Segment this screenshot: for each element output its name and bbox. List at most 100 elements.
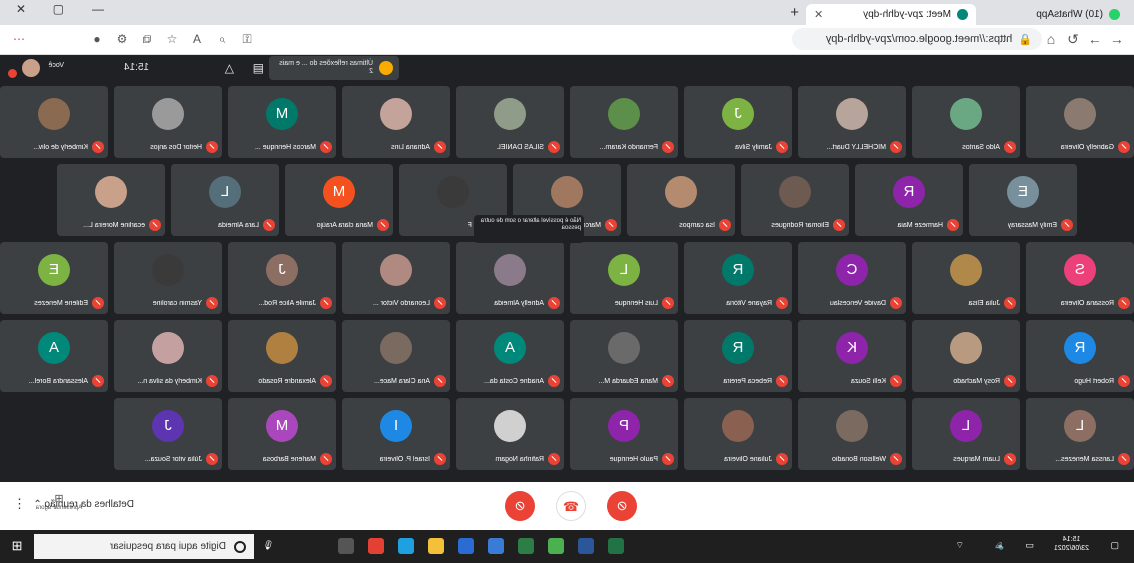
participant-tile[interactable]: Rafinha Nogam: [456, 398, 564, 470]
browser-tab-strip: (10) WhatsApp Meet: zpv-ydhh-dpy ✕ + — ▢…: [0, 0, 1134, 25]
new-tab-button[interactable]: +: [790, 4, 799, 21]
participant-tile[interactable]: Rosy Machado: [912, 320, 1020, 392]
participant-tile[interactable]: S Rossana Oliveira: [1026, 242, 1134, 314]
participant-tile[interactable]: A Alessandra Borel...: [0, 320, 108, 392]
participant-tile[interactable]: Aldo Santos: [912, 86, 1020, 158]
participant-tile[interactable]: Maria Eduarda M...: [570, 320, 678, 392]
participant-tile[interactable]: M Maria clara Araújo: [285, 164, 393, 236]
participant-tile[interactable]: ecarline Moreira L...: [57, 164, 165, 236]
participant-tile[interactable]: J Júlia vitor Souza...: [114, 398, 222, 470]
participant-tile[interactable]: MICHELLY Duart...: [798, 86, 906, 158]
participant-tile[interactable]: E Emily Massaray: [969, 164, 1077, 236]
maximize-button[interactable]: ▢: [53, 2, 64, 16]
participant-tile[interactable]: K Kelli Souza: [798, 320, 906, 392]
app-icon-green[interactable]: [548, 538, 564, 554]
participant-tile[interactable]: P Paulo Henrique: [570, 398, 678, 470]
participant-name-row: Leonardo Victor ...: [346, 296, 446, 310]
menu-icon[interactable]: ⋯: [12, 32, 26, 46]
camera-off-button[interactable]: ⊘: [607, 491, 637, 521]
participant-name-row: Paulo Henrique: [574, 452, 674, 466]
participant-tile[interactable]: R Rayane Vitória: [684, 242, 792, 314]
mic-off-button[interactable]: ⊘: [505, 491, 535, 521]
taskbar-search-box[interactable]: Digite aqui para pesquisar: [34, 534, 254, 559]
forward-arrow-icon[interactable]: →: [1086, 30, 1104, 48]
participant-avatar: R: [893, 176, 925, 208]
favorite-star-icon[interactable]: ☆: [165, 32, 179, 46]
participant-tile[interactable]: Leonardo Victor ...: [342, 242, 450, 314]
edge-icon[interactable]: [398, 538, 414, 554]
notifications-icon[interactable]: ▢: [1110, 540, 1119, 551]
participant-tile[interactable]: J Jamile Alice Rod...: [228, 242, 336, 314]
participant-tile[interactable]: Juliane Oliveira: [684, 398, 792, 470]
participant-tile[interactable]: Wellison Bonadio: [798, 398, 906, 470]
store-icon[interactable]: [488, 538, 504, 554]
collections-icon[interactable]: ⧉: [140, 32, 154, 46]
read-aloud-icon[interactable]: A: [190, 32, 204, 46]
participant-tile[interactable]: I Israel P. Oliveira: [342, 398, 450, 470]
taskbar-clock[interactable]: 15:14 23/06/2021: [1054, 535, 1089, 553]
battery-icon[interactable]: ▭: [1025, 540, 1034, 551]
participant-tile[interactable]: L Luis Henrique: [570, 242, 678, 314]
participant-tile[interactable]: R Harmeze Maia: [855, 164, 963, 236]
home-icon[interactable]: ⌂: [1042, 30, 1060, 48]
key-icon[interactable]: ⚿: [240, 32, 254, 46]
back-arrow-icon[interactable]: ←: [1108, 30, 1126, 48]
profile-icon[interactable]: ●: [90, 32, 104, 46]
details-button[interactable]: Detalhes da reunião ⌃: [33, 499, 134, 510]
participant-tile[interactable]: Adriana Lins: [342, 86, 450, 158]
more-options-icon[interactable]: ⋮: [13, 496, 26, 512]
participant-tile[interactable]: A Ariadne Costa da...: [456, 320, 564, 392]
tab-meet[interactable]: Meet: zpv-ydhh-dpy ✕: [806, 4, 976, 25]
participant-tile[interactable]: Alexandre Rosado: [228, 320, 336, 392]
participant-tile[interactable]: L Larissa Menezes...: [1026, 398, 1134, 470]
participant-tile[interactable]: Kimberly de oliv...: [0, 86, 108, 158]
xbox-icon[interactable]: [518, 538, 534, 554]
wifi-icon[interactable]: ⌔: [956, 540, 964, 551]
participant-tile[interactable]: Adrielly Almeida: [456, 242, 564, 314]
participant-tile[interactable]: L Lara Almeida: [171, 164, 279, 236]
mail-icon[interactable]: [458, 538, 474, 554]
participant-tile[interactable]: Fernando Karam...: [570, 86, 678, 158]
meeting-info-chip[interactable]: Últimas reflexões do ... e mais 2: [269, 56, 399, 80]
close-tab-icon[interactable]: ✕: [814, 8, 823, 21]
participant-name: Jamily Silva: [735, 143, 772, 151]
participant-name: Adriana Lins: [391, 143, 430, 151]
file-explorer-icon[interactable]: [428, 538, 444, 554]
participant-tile[interactable]: E Edilene Menezes: [0, 242, 108, 314]
participant-tile[interactable]: C Davide Venceslau: [798, 242, 906, 314]
participant-tile[interactable]: Heitor Dos anjos: [114, 86, 222, 158]
tab-whatsapp[interactable]: (10) WhatsApp: [978, 4, 1128, 25]
volume-icon[interactable]: 🔈: [993, 540, 1004, 551]
participant-tile[interactable]: Kimberly da silva n...: [114, 320, 222, 392]
minimize-button[interactable]: —: [92, 2, 104, 16]
participant-tile[interactable]: Eliomar Rodrigues: [741, 164, 849, 236]
participant-tile[interactable]: R Rebeca Pereira: [684, 320, 792, 392]
chrome-icon[interactable]: [368, 538, 384, 554]
activities-icon[interactable]: △: [225, 61, 234, 75]
mic-taskbar-icon[interactable]: 🎙: [263, 540, 274, 551]
participant-tile[interactable]: Yasmin caroline: [114, 242, 222, 314]
zoom-icon[interactable]: ⌕: [215, 32, 229, 46]
participant-tile[interactable]: L Luam Marques: [912, 398, 1020, 470]
participant-tile[interactable]: M Marlene Barbosa: [228, 398, 336, 470]
participant-tile[interactable]: Gabrielly Oliveira: [1026, 86, 1134, 158]
participant-tile[interactable]: Julia Elisa: [912, 242, 1020, 314]
excel-icon[interactable]: [608, 538, 624, 554]
participant-tile[interactable]: SILAS DANIEL: [456, 86, 564, 158]
participant-tile[interactable]: J Jamily Silva: [684, 86, 792, 158]
participant-tile[interactable]: Isa campos: [627, 164, 735, 236]
close-window-button[interactable]: ✕: [16, 2, 26, 16]
participant-photo: [551, 176, 583, 208]
task-view-icon[interactable]: [338, 538, 354, 554]
hang-up-button[interactable]: ☎: [556, 491, 586, 521]
word-icon[interactable]: [578, 538, 594, 554]
participant-tile[interactable]: R Robert Hugo: [1026, 320, 1134, 392]
windows-start-icon[interactable]: ⊞: [8, 537, 26, 555]
chat-icon[interactable]: ▤: [253, 61, 264, 75]
participant-tile[interactable]: M Marcos Henrique ...: [228, 86, 336, 158]
reload-icon[interactable]: ↻: [1064, 30, 1082, 48]
participant-tile[interactable]: Ana Clara Mace...: [342, 320, 450, 392]
extensions-icon[interactable]: ⚙: [115, 32, 129, 46]
participant-name: Jamile Alice Rod...: [258, 299, 316, 307]
address-bar[interactable]: 🔒 https://meet.google.com/zpv-ydhh-dpy: [792, 28, 1042, 50]
